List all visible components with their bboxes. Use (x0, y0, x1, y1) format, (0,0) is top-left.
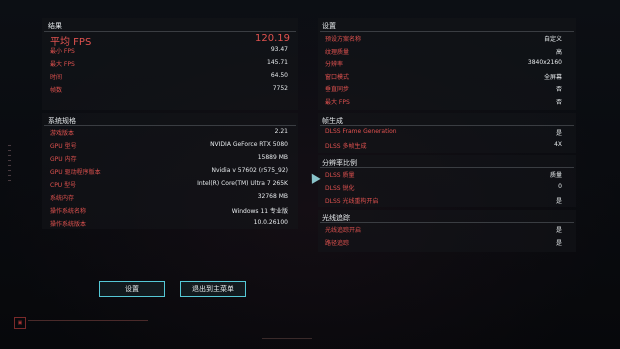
ray-tracing-row-value: 是 (555, 240, 562, 247)
frame-gen-row-value: 是 (555, 130, 562, 137)
results-row-label: 帧数 (50, 87, 63, 94)
settings-row-label: 预设方案名称 (325, 36, 362, 43)
system-row-value: 2.21 (274, 128, 288, 135)
results-divider (44, 31, 296, 32)
system-row-value: 15889 MB (257, 154, 288, 161)
settings-divider (320, 31, 574, 32)
bottom-decoration-line (28, 320, 148, 321)
results-row-label: 最大 FPS (50, 61, 75, 68)
resolution-scaling-row-value: 质量 (549, 172, 562, 179)
results-row-value: 64.50 (270, 72, 288, 79)
resolution-scaling-row-label: DLSS 光线重构开启 (325, 198, 379, 205)
frame-gen-row-value: 4X (554, 141, 562, 148)
exit-to-main-menu-button[interactable]: 退出到主菜单 (180, 281, 246, 297)
system-row-label: 游戏版本 (50, 130, 75, 137)
system-row-value: 10.0.26100 (253, 219, 288, 226)
resolution-scaling-row-label: DLSS 质量 (325, 172, 355, 179)
frame-gen-divider (320, 125, 574, 126)
resolution-scaling-divider (320, 167, 574, 168)
left-edge-decoration (8, 145, 12, 205)
results-title: 结果 (48, 22, 62, 30)
ray-tracing-row-label: 光线追踪开启 (325, 227, 362, 234)
settings-row-value: 自定义 (543, 36, 562, 43)
results-row-label: 最小 FPS (50, 48, 75, 55)
results-row-label: 时间 (50, 74, 63, 81)
ray-tracing-row-label: 路径追踪 (325, 240, 350, 247)
system-row-label: 系统内存 (50, 195, 75, 202)
frame-gen-row-label: DLSS Frame Generation (325, 128, 397, 135)
system-row-label: 操作系统名称 (50, 208, 87, 215)
system-row-label: CPU 型号 (50, 182, 77, 189)
results-row-value: 7752 (272, 85, 288, 92)
settings-row-value: 否 (555, 98, 562, 106)
ray-tracing-row-value: 是 (555, 227, 562, 234)
system-row-value: Nvidia v 57602 (r575_92) (211, 167, 288, 174)
settings-row-value: 3840x2160 (527, 59, 562, 66)
settings-row-value: 高 (555, 48, 562, 56)
avg-fps-value: 120.19 (255, 33, 290, 44)
ray-tracing-divider (320, 222, 574, 223)
frame-gen-row-label: DLSS 多帧生成 (325, 143, 367, 150)
results-row-value: 93.47 (270, 46, 288, 53)
system-row-value: 32768 MB (257, 193, 288, 200)
settings-row-value: 全屏幕 (543, 73, 562, 81)
settings-button[interactable]: 设置 (99, 281, 165, 297)
settings-row-label: 分辨率 (325, 61, 344, 68)
system-row-label: 操作系统版本 (50, 221, 87, 228)
system-row-label: GPU 内存 (50, 156, 77, 163)
settings-row-label: 纹理质量 (325, 48, 350, 56)
system-row-value: NVIDIA GeForce RTX 5080 (210, 141, 288, 148)
bottom-center-decoration (262, 338, 312, 339)
resolution-scaling-row-label: DLSS 锐化 (325, 185, 355, 192)
settings-row-value: 否 (555, 86, 562, 93)
settings-row-label: 最大 FPS (325, 98, 350, 106)
system-row-value: Windows 11 专业版 (231, 208, 288, 215)
logo-badge-icon: ▣ (14, 317, 26, 329)
settings-row-label: 垂直同步 (325, 86, 350, 93)
system-divider (44, 125, 296, 126)
system-row-label: GPU 驱动程序版本 (50, 169, 101, 176)
system-row-label: GPU 型号 (50, 143, 77, 150)
settings-title: 设置 (322, 22, 336, 30)
resolution-scaling-row-value: 0 (558, 183, 562, 190)
results-row-value: 145.71 (267, 59, 288, 66)
settings-row-label: 窗口模式 (325, 73, 350, 81)
resolution-scaling-row-value: 是 (555, 198, 562, 205)
system-row-value: Intel(R) Core(TM) Ultra 7 265K (197, 180, 288, 187)
